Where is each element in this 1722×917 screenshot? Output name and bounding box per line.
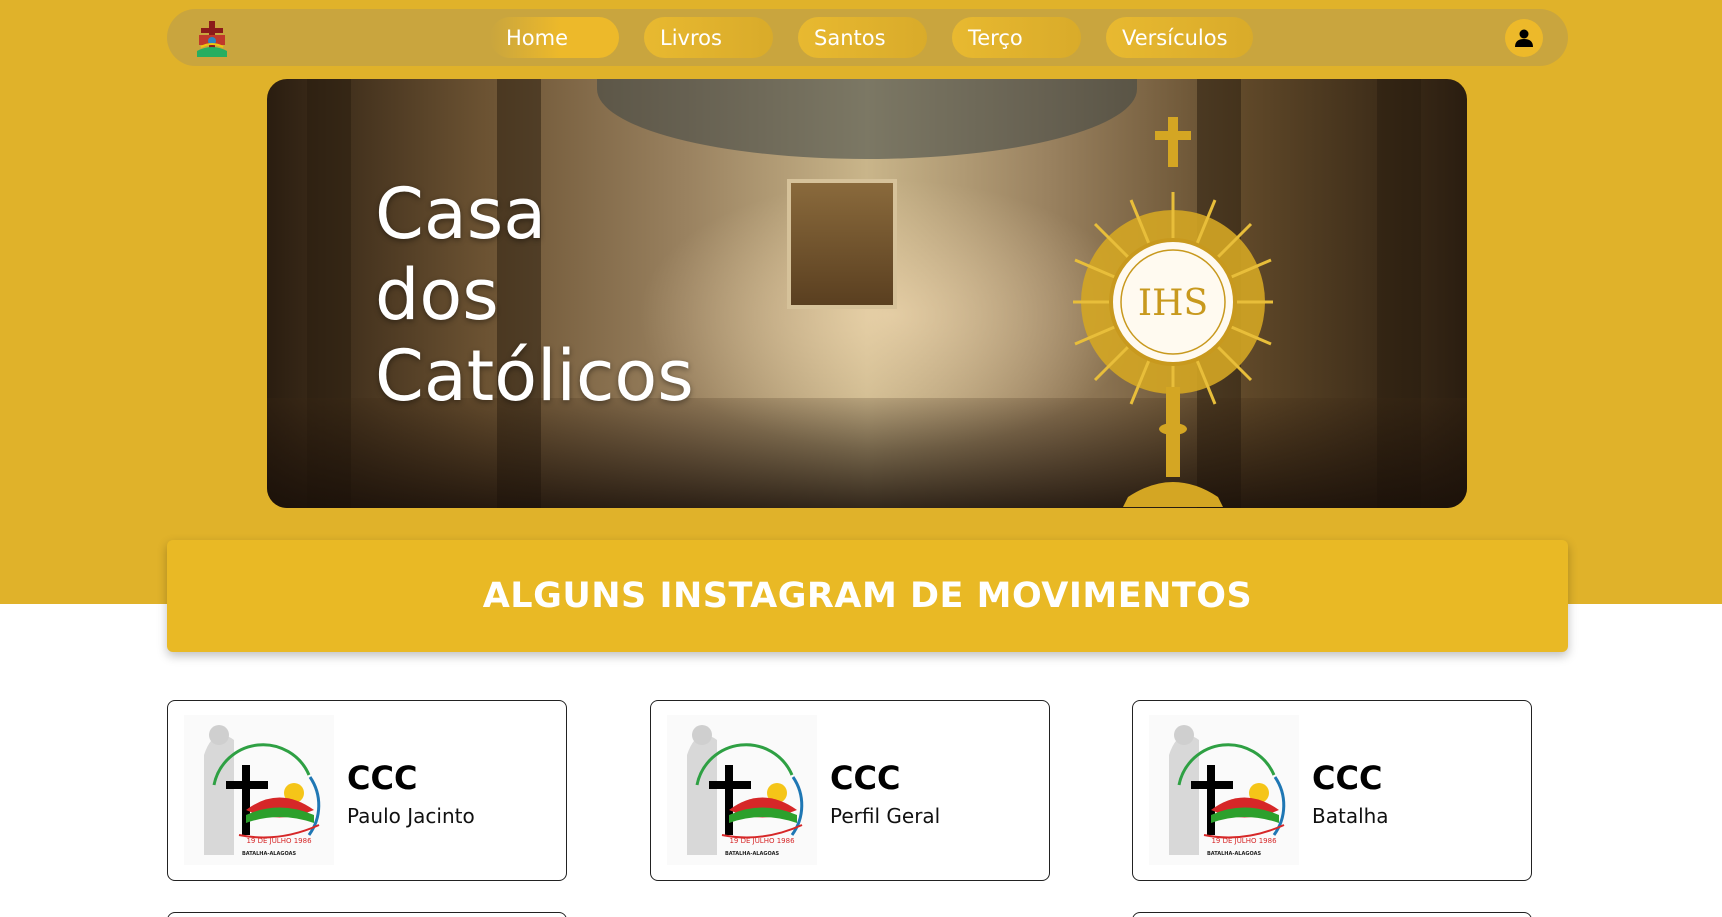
instagram-card-partial[interactable] <box>167 912 567 917</box>
instagram-card[interactable]: 19 DE JULHO 1986 BATALHA-ALAGOAS CCC Pau… <box>167 700 567 881</box>
section-header: ALGUNS INSTAGRAM DE MOVIMENTOS <box>167 540 1568 652</box>
section-title: ALGUNS INSTAGRAM DE MOVIMENTOS <box>482 576 1253 616</box>
caminhada-comunitaria-logo: 19 DE JULHO 1986 BATALHA-ALAGOAS <box>667 715 817 865</box>
card-subtitle: Batalha <box>1312 804 1389 828</box>
logo-place: BATALHA-ALAGOAS <box>1207 851 1262 857</box>
nav-links: Home Livros Santos Terço Versículos <box>490 17 1253 58</box>
card-title: CCC <box>1312 759 1383 797</box>
instagram-card-partial[interactable] <box>1132 912 1532 917</box>
hero-title-line: Católicos <box>375 335 694 417</box>
instagram-card[interactable]: 19 DE JULHO 1986 BATALHA-ALAGOAS CCC Bat… <box>1132 700 1532 881</box>
nav-versiculos[interactable]: Versículos <box>1106 17 1253 58</box>
navbar: Home Livros Santos Terço Versículos <box>167 9 1568 66</box>
card-subtitle: Paulo Jacinto <box>347 804 475 828</box>
user-account-button[interactable] <box>1505 19 1543 57</box>
card-subtitle: Perfil Geral <box>830 804 941 828</box>
card-title: CCC <box>830 759 901 797</box>
user-icon <box>1515 29 1533 47</box>
logo-date: 19 DE JULHO 1986 <box>729 837 795 845</box>
monstrance-text: IHS <box>1138 283 1208 324</box>
nav-livros[interactable]: Livros <box>644 17 773 58</box>
logo-date: 19 DE JULHO 1986 <box>1211 837 1277 845</box>
hero-title: Casa dos Católicos <box>375 174 694 417</box>
cross-emblem-icon[interactable] <box>195 21 229 57</box>
hero-title-line: dos <box>375 254 499 336</box>
hero-title-line: Casa <box>375 173 547 255</box>
logo-place: BATALHA-ALAGOAS <box>242 851 297 857</box>
nav-terco[interactable]: Terço <box>952 17 1081 58</box>
nav-home[interactable]: Home <box>490 17 619 58</box>
logo-place: BATALHA-ALAGOAS <box>725 851 780 857</box>
church-altar <box>787 179 897 309</box>
logo-date: 19 DE JULHO 1986 <box>246 837 312 845</box>
caminhada-comunitaria-logo: 19 DE JULHO 1986 BATALHA-ALAGOAS <box>184 715 334 865</box>
caminhada-comunitaria-logo: 19 DE JULHO 1986 BATALHA-ALAGOAS <box>1149 715 1299 865</box>
instagram-card[interactable]: 19 DE JULHO 1986 BATALHA-ALAGOAS CCC Per… <box>650 700 1050 881</box>
nav-santos[interactable]: Santos <box>798 17 927 58</box>
hero-banner: Casa dos Católicos IHS <box>267 79 1467 508</box>
church-arch <box>597 79 1137 159</box>
card-title: CCC <box>347 759 418 797</box>
monstrance-icon: IHS <box>1073 117 1273 507</box>
